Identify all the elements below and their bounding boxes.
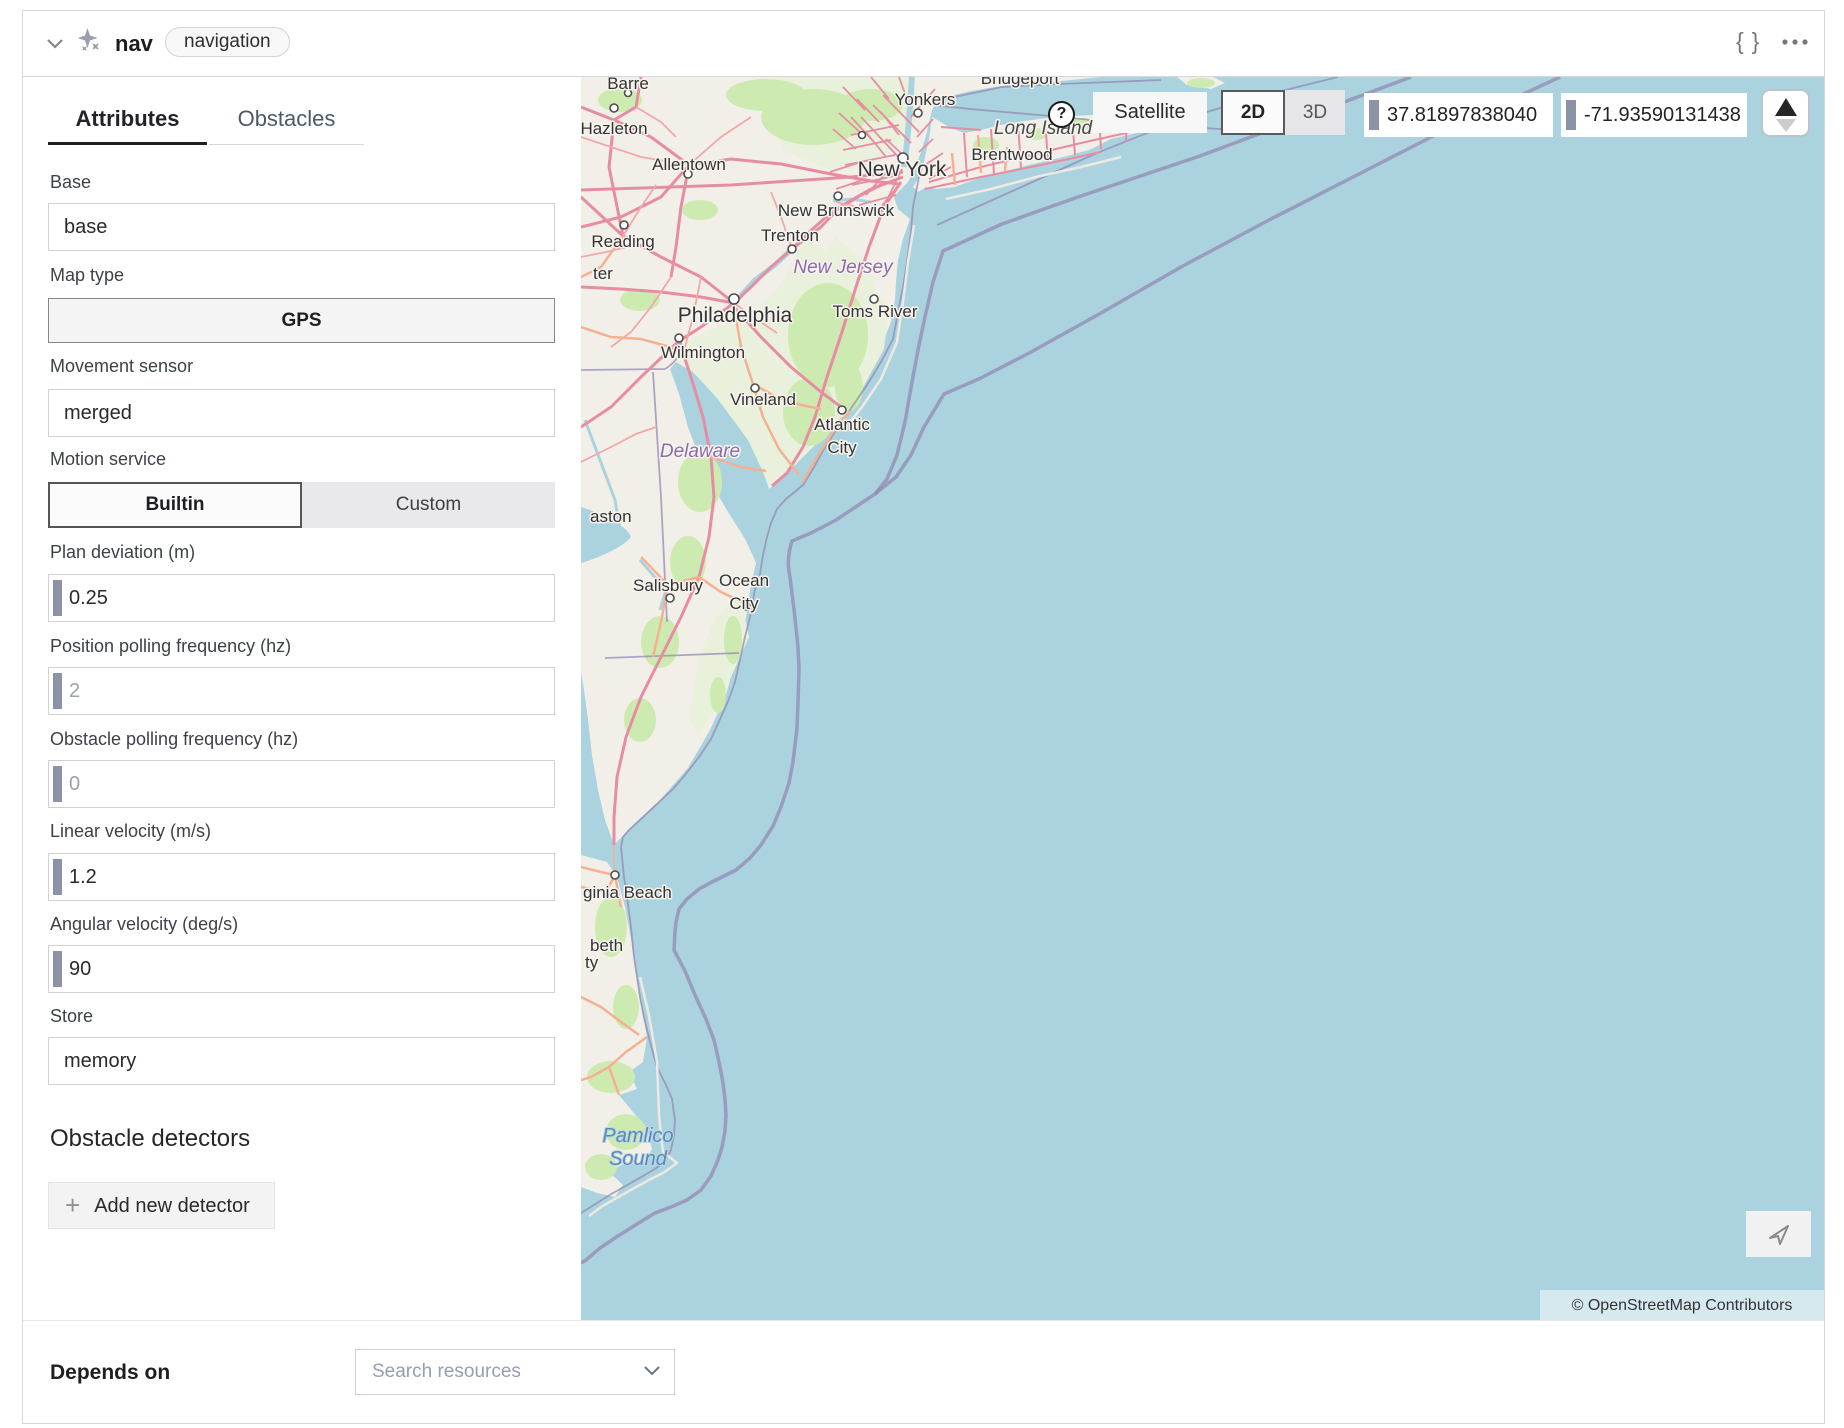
svg-text:Wilmington: Wilmington bbox=[661, 343, 745, 362]
svg-text:ter: ter bbox=[593, 264, 613, 283]
svg-text:Atlantic: Atlantic bbox=[814, 415, 870, 434]
svg-text:Delaware: Delaware bbox=[660, 441, 740, 462]
svg-text:ginia Beach: ginia Beach bbox=[583, 883, 672, 902]
svg-text:Yonkers: Yonkers bbox=[895, 90, 956, 109]
svg-text:City: City bbox=[827, 438, 857, 457]
svg-text:ty: ty bbox=[585, 953, 599, 972]
svg-text:Trenton: Trenton bbox=[761, 226, 819, 245]
svg-text:Hazleton: Hazleton bbox=[581, 119, 648, 138]
svg-text:Philadelphia: Philadelphia bbox=[678, 304, 793, 327]
svg-text:Vineland: Vineland bbox=[730, 390, 796, 409]
svg-text:Toms River: Toms River bbox=[832, 302, 917, 321]
svg-text:Barre: Barre bbox=[607, 77, 649, 93]
svg-text:New York: New York bbox=[858, 158, 947, 181]
svg-text:New Brunswick: New Brunswick bbox=[778, 201, 895, 220]
svg-text:New Jersey: New Jersey bbox=[793, 257, 894, 278]
svg-text:Bridgeport: Bridgeport bbox=[981, 77, 1060, 88]
svg-text:Brentwood: Brentwood bbox=[971, 145, 1052, 164]
svg-text:Allentown: Allentown bbox=[652, 155, 726, 174]
svg-text:Sound: Sound bbox=[609, 1148, 668, 1170]
svg-text:Salisbury: Salisbury bbox=[633, 576, 703, 595]
svg-text:Pamlico: Pamlico bbox=[602, 1125, 673, 1147]
svg-text:City: City bbox=[729, 594, 759, 613]
svg-text:Reading: Reading bbox=[591, 232, 654, 251]
svg-text:Ocean: Ocean bbox=[719, 571, 769, 590]
svg-text:aston: aston bbox=[590, 507, 632, 526]
svg-text:Long Island: Long Island bbox=[994, 118, 1094, 139]
